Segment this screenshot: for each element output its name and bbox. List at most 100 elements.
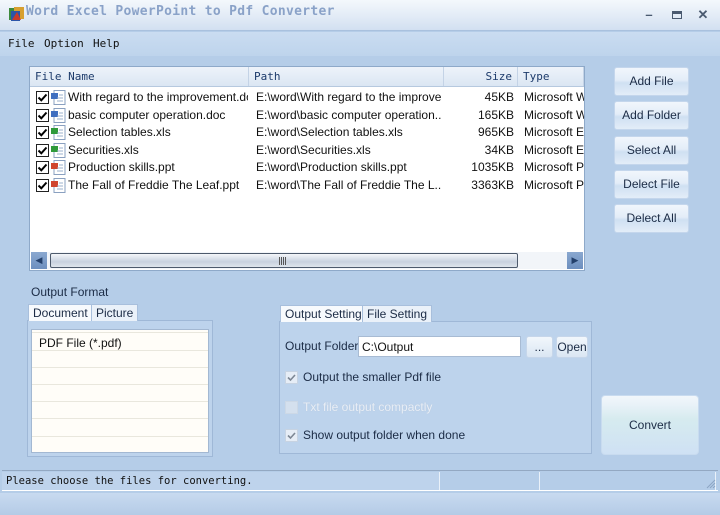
output-folder-input[interactable] (358, 336, 521, 357)
status-pane-3 (542, 472, 716, 490)
file-name-cell: Securities.xls (68, 142, 139, 157)
size-cell: 3363KB (471, 177, 514, 192)
doc-file-icon (51, 90, 66, 105)
row-checkbox[interactable] (36, 161, 49, 174)
close-button[interactable]: ✕ (695, 8, 711, 22)
type-cell: Microsoft Ex (524, 142, 584, 157)
check-icon (37, 163, 48, 172)
table-row[interactable]: Production skills.ppt E:\word\Production … (30, 159, 584, 176)
xls-file-icon (51, 142, 66, 158)
column-header-type[interactable]: Type (518, 67, 584, 86)
scroll-right-button[interactable]: ▶ (567, 252, 583, 269)
grip-icon (279, 257, 287, 265)
column-header-size[interactable]: Size (444, 67, 518, 86)
row-checkbox[interactable] (36, 178, 49, 192)
check-icon (37, 146, 48, 155)
size-cell: 165KB (477, 107, 514, 122)
option-label: Show output folder when done (303, 428, 466, 442)
file-name-cell: Production skills.ppt (68, 160, 175, 174)
add-file-button[interactable]: Add File (614, 67, 689, 96)
type-cell: Microsoft W (524, 90, 584, 104)
resize-grip-icon[interactable] (704, 477, 716, 489)
scroll-thumb[interactable] (50, 253, 518, 268)
column-header-path[interactable]: Path (249, 67, 444, 86)
check-icon (37, 93, 48, 102)
status-bar: Please choose the files for converting. (2, 470, 718, 491)
path-cell: E:\word\Securities.xls (256, 142, 371, 157)
menu-file[interactable]: File (8, 37, 35, 50)
path-cell: E:\word\The Fall of Freddie The L... (256, 177, 442, 192)
option-smaller-pdf[interactable]: Output the smaller Pdf file (285, 370, 485, 386)
divider (32, 332, 208, 333)
type-cell: Microsoft W (524, 107, 584, 122)
divider (32, 436, 208, 437)
table-row[interactable]: Selection tables.xls E:\word\Selection ta… (30, 124, 584, 141)
path-cell: E:\word\Production skills.ppt (256, 160, 407, 174)
output-folder-label: Output Folder (285, 339, 359, 353)
size-cell: 1035KB (471, 160, 514, 174)
row-checkbox[interactable] (36, 91, 49, 104)
tab-document[interactable]: Document (28, 304, 93, 321)
menu-help[interactable]: Help (93, 37, 120, 50)
ppt-file-icon (51, 177, 66, 193)
table-row[interactable]: The Fall of Freddie The Leaf.ppt E:\word\… (30, 177, 584, 194)
check-icon (37, 111, 48, 120)
convert-button[interactable]: Convert (601, 395, 699, 455)
app-icon (9, 7, 24, 21)
column-header-file-name[interactable]: File Name (30, 67, 249, 86)
select-all-button[interactable]: Select All (614, 136, 689, 165)
checkbox[interactable] (285, 429, 298, 442)
list-header: File Name Path Size Type (30, 67, 584, 87)
ppt-file-icon (51, 160, 66, 175)
check-icon (287, 432, 296, 440)
row-checkbox[interactable] (36, 143, 49, 157)
format-list[interactable]: PDF File (*.pdf) (31, 329, 209, 453)
tab-file-setting[interactable]: File Setting (362, 305, 433, 322)
minimize-icon: – (645, 7, 653, 22)
maximize-icon (672, 11, 682, 19)
menu-option[interactable]: Option (44, 37, 84, 50)
delect-file-button[interactable]: Delect File (614, 170, 689, 199)
doc-file-icon (51, 107, 66, 123)
tab-output-setting[interactable]: Output Setting (280, 305, 367, 322)
table-row[interactable]: basic computer operation.doc E:\word\basi… (30, 107, 584, 124)
type-cell: Microsoft Pc (524, 160, 584, 174)
divider (32, 367, 208, 368)
row-checkbox[interactable] (36, 108, 49, 122)
option-show-folder[interactable]: Show output folder when done (285, 428, 485, 444)
path-cell: E:\word\Selection tables.xls (256, 125, 403, 139)
delect-all-button[interactable]: Delect All (614, 204, 689, 233)
table-row[interactable]: Securities.xls E:\word\Securities.xls 34KB… (30, 142, 584, 159)
arrow-left-icon: ◀ (35, 255, 43, 265)
size-cell: 45KB (484, 90, 514, 104)
status-pane-message: Please choose the files for converting. (2, 472, 440, 490)
file-list[interactable]: File Name Path Size Type With regard to … (29, 66, 585, 271)
check-icon (37, 128, 48, 137)
divider (32, 418, 208, 419)
file-name-cell: basic computer operation.doc (68, 107, 226, 122)
file-name-cell: Selection tables.xls (68, 125, 171, 139)
check-icon (287, 374, 296, 382)
divider (32, 384, 208, 385)
arrow-right-icon: ▶ (571, 255, 579, 265)
status-pane-2 (442, 472, 540, 490)
option-label: Output the smaller Pdf file (303, 370, 442, 384)
format-item-pdf[interactable]: PDF File (*.pdf) (39, 336, 122, 350)
file-name-cell: The Fall of Freddie The Leaf.ppt (68, 177, 240, 192)
browse-button[interactable]: ... (526, 336, 553, 358)
size-cell: 965KB (477, 125, 514, 139)
type-cell: Microsoft Ex (524, 125, 584, 139)
checkbox[interactable] (285, 371, 298, 384)
scroll-left-button[interactable]: ◀ (31, 252, 47, 269)
row-checkbox[interactable] (36, 126, 49, 139)
window-bottom-edge (0, 493, 720, 515)
maximize-button[interactable] (669, 8, 685, 22)
tab-picture[interactable]: Picture (91, 304, 139, 321)
table-row[interactable]: With regard to the improvement.doc E:\wor… (30, 89, 584, 106)
open-folder-button[interactable]: Open (556, 336, 588, 358)
horizontal-scrollbar[interactable]: ◀ ▶ (31, 252, 583, 269)
minimize-button[interactable]: – (641, 8, 657, 22)
check-icon (37, 181, 48, 190)
add-folder-button[interactable]: Add Folder (614, 101, 689, 130)
menu-bar: File Option Help (0, 32, 720, 56)
